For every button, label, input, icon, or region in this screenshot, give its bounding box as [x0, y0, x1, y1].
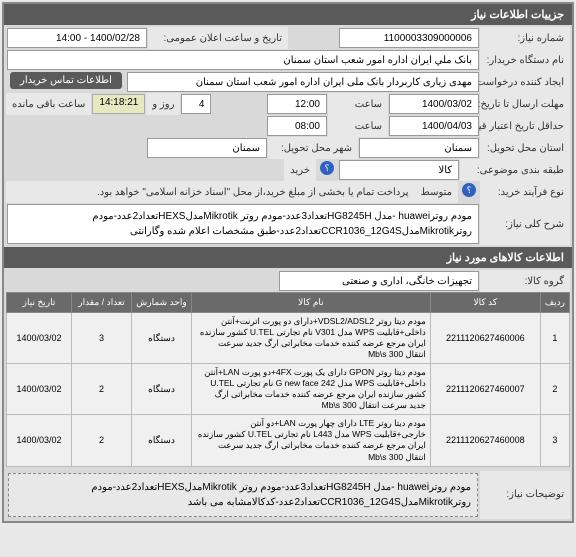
- countdown-timer: 14:18:21: [92, 94, 145, 114]
- value-need-cat: کالا: [339, 160, 459, 180]
- table-row: 12211120627460006مودم دیتا روتر VDSL2/AD…: [7, 313, 570, 364]
- value-days-left: 4: [181, 94, 211, 114]
- value-notes: مودم روترhuawei -مدل HG8245Hتعداد3عدد-مو…: [8, 473, 478, 517]
- cell-code: 2211120627460007: [430, 364, 540, 415]
- col-desc: نام کالا: [192, 293, 431, 313]
- col-unit: واحد شمارش: [132, 293, 192, 313]
- cell-code: 2211120627460006: [430, 313, 540, 364]
- section-header-items: اطلاعات کالاهای مورد نیاز: [4, 247, 572, 268]
- items-table: ردیف کد کالا نام کالا واحد شمارش تعداد /…: [6, 292, 570, 467]
- col-idx: ردیف: [540, 293, 569, 313]
- section-header-need-details: جزییات اطلاعات نیاز: [4, 4, 572, 25]
- cell-date: 1400/03/02: [7, 313, 72, 364]
- cell-desc: مودم دیتا روتر LTE دارای چهار پورت LAN+د…: [192, 415, 431, 466]
- label-delivery-place: استان محل تحویل:: [480, 137, 570, 159]
- label-group: گروه کالا:: [480, 270, 570, 292]
- value-send-date: 1400/03/02: [389, 94, 479, 114]
- cell-unit: دستگاه: [132, 415, 192, 466]
- cell-desc: مودم دیتا روتر VDSL2/ADSL2+دارای دو پورت…: [192, 313, 431, 364]
- category-info-icon[interactable]: ؟: [320, 161, 334, 175]
- table-row: 32211120627460008مودم دیتا روتر LTE دارا…: [7, 415, 570, 466]
- label-hour-1: ساعت: [328, 93, 388, 115]
- col-qty: تعداد / مقدار: [72, 293, 132, 313]
- cell-qty: 2: [72, 364, 132, 415]
- label-hour-2: ساعت: [328, 115, 388, 137]
- value-public-time: 1400/02/28 - 14:00: [7, 28, 147, 48]
- table-header-row: ردیف کد کالا نام کالا واحد شمارش تعداد /…: [7, 293, 570, 313]
- label-buy-icon: متوسط: [415, 181, 458, 203]
- cell-desc: مودم دیتا روتر GPON دارای یک پورت 4FX+دو…: [192, 364, 431, 415]
- value-validity-time: 08:00: [267, 116, 327, 136]
- label-creator: ایجاد کننده درخواست:: [480, 71, 570, 93]
- cell-qty: 3: [72, 313, 132, 364]
- buy-type-text: پرداخت تمام یا بخشی از مبلغ خرید،از محل …: [6, 181, 415, 203]
- cell-idx: 1: [540, 313, 569, 364]
- label-day-and: روز و: [146, 93, 180, 115]
- value-org-name: بانک ملي ايران اداره امور شعب استان سمنا…: [7, 50, 479, 70]
- label-org-name: نام دستگاه خریدار:: [480, 49, 570, 71]
- value-send-time: 12:00: [267, 94, 327, 114]
- cell-date: 1400/03/02: [7, 415, 72, 466]
- table-row: 22211120627460007مودم دیتا روتر GPON دار…: [7, 364, 570, 415]
- value-validity-date: 1400/04/03: [389, 116, 479, 136]
- cell-idx: 2: [540, 364, 569, 415]
- buy-type-info-icon[interactable]: ؟: [462, 183, 476, 197]
- label-public-time: تاریخ و ساعت اعلان عمومی:: [148, 27, 288, 49]
- label-cat-icon: خرید: [284, 159, 316, 181]
- label-remaining: ساعت باقی مانده: [6, 93, 91, 115]
- value-overall-title: مودم روترhuawei -مدل HG8245Hتعداد3عدد-مو…: [7, 204, 479, 244]
- cell-date: 1400/03/02: [7, 364, 72, 415]
- label-buy-type: نوع فرآیند خرید:: [480, 181, 570, 203]
- col-code: کد کالا: [430, 293, 540, 313]
- label-need-no: شماره نیاز:: [480, 27, 570, 49]
- cell-idx: 3: [540, 415, 569, 466]
- value-delivery-city: سمنان: [147, 138, 267, 158]
- label-overall-title: شرح کلی نیاز:: [480, 203, 570, 245]
- value-creator: مهدی زیاری کاربردار بانک ملی ایران اداره…: [127, 72, 479, 92]
- label-send-deadline: مهلت ارسال تا تاریخ:: [480, 93, 570, 115]
- value-need-no: 1100003309000006: [339, 28, 479, 48]
- cell-code: 2211120627460008: [430, 415, 540, 466]
- cell-unit: دستگاه: [132, 364, 192, 415]
- label-need-cat: طبقه بندی موضوعی:: [460, 159, 570, 181]
- contact-buyer-button[interactable]: اطلاعات تماس خریدار: [10, 72, 122, 89]
- cell-qty: 2: [72, 415, 132, 466]
- value-delivery-province: سمنان: [359, 138, 479, 158]
- col-date: تاریخ نیاز: [7, 293, 72, 313]
- value-group: تجهیزات خانگی، اداری و صنعتی: [279, 271, 479, 291]
- label-validity: حداقل تاریخ اعتبار قیمت:: [480, 115, 570, 137]
- cell-unit: دستگاه: [132, 313, 192, 364]
- label-delivery-city: شهر محل تحویل:: [268, 137, 358, 159]
- label-notes: توضیحات نیاز:: [480, 471, 570, 519]
